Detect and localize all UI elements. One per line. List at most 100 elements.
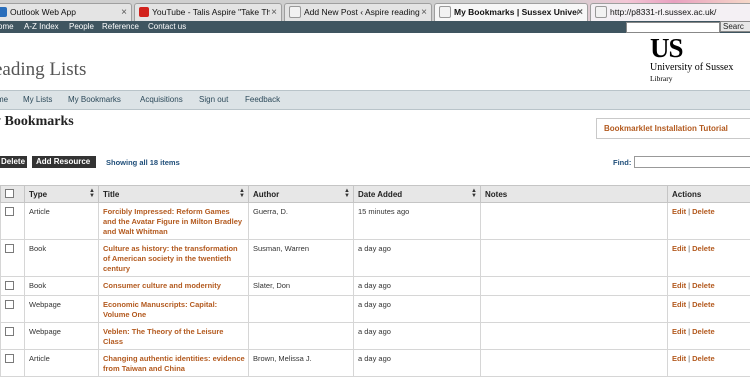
table-row: WebpageEconomic Manuscripts: Capital: Vo… (1, 296, 750, 323)
notes-cell (481, 240, 668, 277)
edit-link[interactable]: Edit (672, 281, 686, 290)
nav-home[interactable]: me (0, 91, 8, 109)
table-row: ArticleForcibly Impressed: Reform Games … (1, 203, 750, 240)
page-icon (289, 6, 301, 18)
find-input[interactable] (634, 156, 750, 168)
table-row: ArticleChanging authentic identities: ev… (1, 350, 750, 377)
type-cell: Webpage (25, 296, 99, 323)
sort-icon[interactable]: ▲▼ (471, 189, 477, 199)
row-select-cell (1, 277, 25, 296)
delete-link[interactable]: Delete (692, 327, 715, 336)
author-cell (249, 296, 354, 323)
title-link[interactable]: Veblen: The Theory of the Leisure Class (99, 323, 249, 350)
tab-add-new-post[interactable]: Add New Post ‹ Aspire reading li... × (284, 3, 432, 21)
nav-my-lists[interactable]: My Lists (23, 91, 52, 109)
actions-cell: Edit|Delete (668, 277, 750, 296)
add-resource-button[interactable]: Add Resource (32, 156, 96, 168)
topnav-people-link[interactable]: People (69, 21, 94, 33)
row-checkbox[interactable] (5, 327, 14, 336)
sort-icon[interactable]: ▲▼ (239, 189, 245, 199)
header-label: Actions (672, 190, 701, 199)
site-search-input[interactable] (626, 22, 720, 33)
sort-icon[interactable]: ▲▼ (344, 189, 350, 199)
tab-label: YouTube - Talis Aspire "Take Th... (152, 4, 270, 21)
site-header: eading Lists US University of Sussex Lib… (0, 33, 750, 90)
outlook-icon (0, 7, 7, 17)
edit-link[interactable]: Edit (672, 327, 686, 336)
row-select-cell (1, 240, 25, 277)
actions-cell: Edit|Delete (668, 203, 750, 240)
close-icon[interactable]: × (421, 4, 427, 21)
row-checkbox[interactable] (5, 207, 14, 216)
site-search-button[interactable]: Searc (720, 21, 750, 32)
sort-icon[interactable]: ▲▼ (89, 189, 95, 199)
topnav-home-link[interactable]: ome (0, 21, 14, 33)
column-header-type[interactable]: Type ▲▼ (25, 186, 99, 203)
type-cell: Article (25, 350, 99, 377)
notes-cell (481, 296, 668, 323)
date-added-cell: a day ago (354, 277, 481, 296)
column-header-date-added[interactable]: Date Added▲▼ (354, 186, 481, 203)
delete-link[interactable]: Delete (692, 354, 715, 363)
title-link[interactable]: Economic Manuscripts: Capital: Volume On… (99, 296, 249, 323)
row-checkbox[interactable] (5, 281, 14, 290)
delete-link[interactable]: Delete (692, 244, 715, 253)
edit-link[interactable]: Edit (672, 244, 686, 253)
topnav-reference-link[interactable]: Reference (102, 21, 139, 33)
row-checkbox[interactable] (5, 300, 14, 309)
edit-link[interactable]: Edit (672, 207, 686, 216)
author-cell: Brown, Melissa J. (249, 350, 354, 377)
title-link[interactable]: Consumer culture and modernity (99, 277, 249, 296)
close-icon[interactable]: × (271, 4, 277, 21)
nav-sign-out[interactable]: Sign out (199, 91, 228, 109)
header-label: Author (253, 190, 279, 199)
topnav-az-index-link[interactable]: A-Z Index (24, 21, 59, 33)
close-icon[interactable]: × (577, 4, 583, 21)
delete-link[interactable]: Delete (692, 207, 715, 216)
topnav-contact-link[interactable]: Contact us (148, 21, 186, 33)
tab-url[interactable]: http://p8331-rl.sussex.ac.uk/ (590, 3, 750, 21)
edit-link[interactable]: Edit (672, 354, 686, 363)
notes-cell (481, 323, 668, 350)
nav-feedback[interactable]: Feedback (245, 91, 280, 109)
column-header-author[interactable]: Author ▲▼ (249, 186, 354, 203)
page-icon (595, 6, 607, 18)
tab-label: http://p8331-rl.sussex.ac.uk/ (610, 4, 750, 21)
column-header-title[interactable]: Title ▲▼ (99, 186, 249, 203)
tab-my-bookmarks[interactable]: My Bookmarks | Sussex Univer... × (434, 3, 588, 21)
column-header-actions: Actions (668, 186, 750, 203)
header-label: Title (103, 190, 119, 199)
row-select-cell (1, 323, 25, 350)
row-checkbox[interactable] (5, 354, 14, 363)
header-label: Notes (485, 190, 507, 199)
row-checkbox[interactable] (5, 244, 14, 253)
actions-cell: Edit|Delete (668, 350, 750, 377)
title-link[interactable]: Culture as history: the transformation o… (99, 240, 249, 277)
title-link[interactable]: Changing authentic identities: evidence … (99, 350, 249, 377)
tab-outlook[interactable]: Outlook Web App × (0, 3, 132, 21)
logo-sub: Library (650, 74, 750, 84)
title-link[interactable]: Forcibly Impressed: Reform Games and the… (99, 203, 249, 240)
tab-youtube[interactable]: YouTube - Talis Aspire "Take Th... × (134, 3, 282, 21)
edit-link[interactable]: Edit (672, 300, 686, 309)
row-select-cell (1, 203, 25, 240)
select-all-checkbox[interactable] (5, 189, 14, 198)
delete-link[interactable]: Delete (692, 300, 715, 309)
notes-cell (481, 350, 668, 377)
type-cell: Book (25, 240, 99, 277)
header-label: Type (29, 190, 47, 199)
nav-my-bookmarks[interactable]: My Bookmarks (68, 91, 121, 109)
close-icon[interactable]: × (121, 4, 127, 21)
row-select-cell (1, 296, 25, 323)
bookmarklet-tutorial-link[interactable]: Bookmarklet Installation Tutorial (596, 118, 750, 139)
select-all-header (1, 186, 25, 203)
browser-tab-strip: Outlook Web App × YouTube - Talis Aspire… (0, 0, 750, 22)
date-added-cell: a day ago (354, 350, 481, 377)
university-logo[interactable]: US University of Sussex Library (650, 34, 750, 84)
delete-button[interactable]: Delete (0, 156, 27, 168)
row-select-cell (1, 350, 25, 377)
tab-label: My Bookmarks | Sussex Univer... (454, 4, 578, 21)
delete-link[interactable]: Delete (692, 281, 715, 290)
nav-acquisitions[interactable]: Acquisitions (140, 91, 183, 109)
youtube-icon (139, 7, 149, 17)
